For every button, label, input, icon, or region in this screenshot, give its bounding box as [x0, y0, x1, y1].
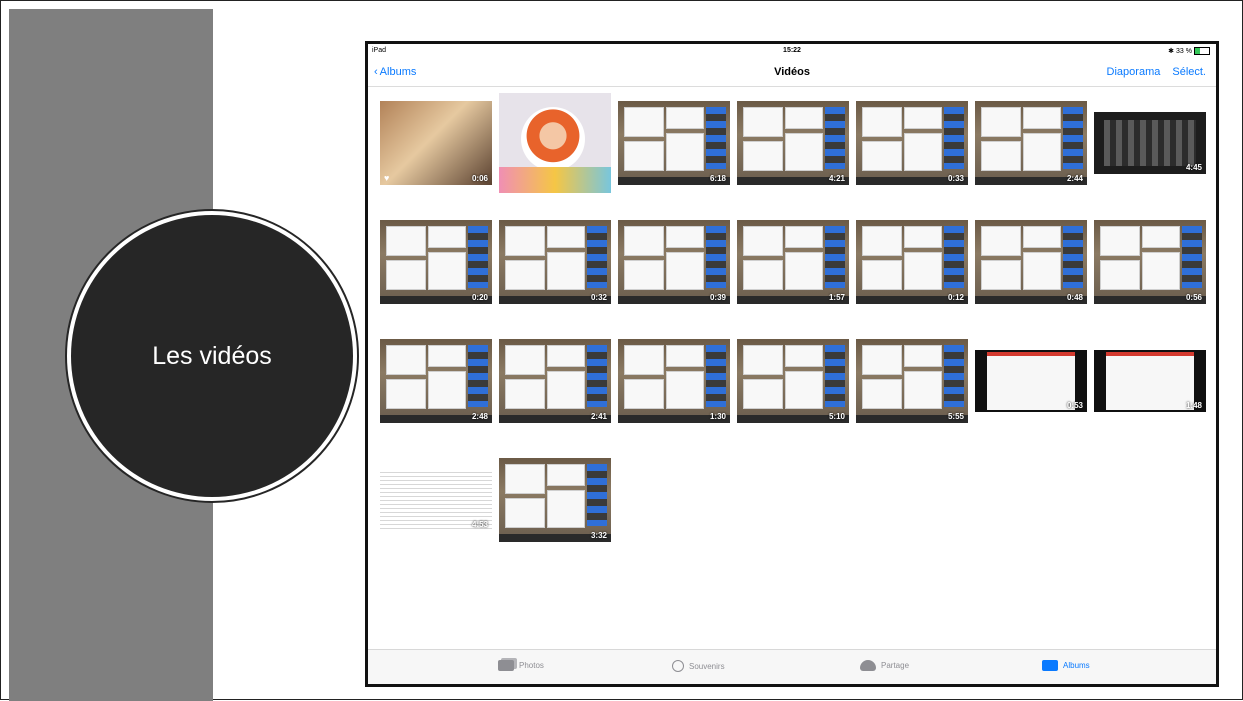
video-duration: 5:10 — [828, 412, 845, 421]
video-duration: 4:53 — [471, 520, 488, 529]
video-preview: 2:44 — [975, 101, 1087, 185]
select-button[interactable]: Sélect. — [1172, 66, 1206, 78]
video-thumbnail[interactable]: 2:41 — [499, 336, 611, 426]
video-thumbnail[interactable]: 1:48 — [1094, 336, 1206, 426]
video-thumbnail[interactable]: ♥ 0:06 — [380, 98, 492, 188]
video-preview: 0:53 — [975, 350, 1087, 412]
video-thumbnail[interactable]: 5:10 — [737, 336, 849, 426]
video-preview: 6:18 — [618, 101, 730, 185]
video-duration: 2:41 — [590, 412, 607, 421]
video-duration: 0:53 — [1066, 401, 1083, 410]
video-duration: 4:45 — [1185, 163, 1202, 172]
tab-photos[interactable]: Photos — [498, 660, 544, 671]
video-thumbnail[interactable]: 3:32 — [499, 455, 611, 545]
video-thumbnail[interactable]: 4:45 — [1094, 98, 1206, 188]
video-thumbnail[interactable]: 0:39 — [618, 217, 730, 307]
bluetooth-icon: ✱ — [1168, 48, 1175, 55]
tab-bar: Photos Souvenirs Partage Albums — [368, 649, 1216, 684]
video-duration: 6:18 — [709, 174, 726, 183]
video-thumbnail[interactable]: 4:53 — [380, 455, 492, 545]
video-thumbnail[interactable]: 1:57 — [737, 217, 849, 307]
video-preview: 0:33 — [856, 101, 968, 185]
video-preview: 5:55 — [856, 339, 968, 423]
video-duration: 0:39 — [709, 293, 726, 302]
tab-shared[interactable]: Partage — [860, 660, 909, 671]
video-thumbnail[interactable]: 2:48 — [380, 336, 492, 426]
video-preview: 0:56 — [1094, 220, 1206, 304]
video-preview: 2:48 — [380, 339, 492, 423]
battery-percent: 33 % — [1176, 47, 1192, 55]
video-preview: 0:20 — [380, 220, 492, 304]
video-preview: 4:45 — [1094, 112, 1206, 174]
video-duration: 0:32 — [590, 293, 607, 302]
video-thumbnail[interactable]: 0:53 — [975, 336, 1087, 426]
tab-memories-label: Souvenirs — [689, 661, 725, 671]
cloud-icon — [860, 660, 876, 671]
battery-icon — [1194, 47, 1210, 55]
video-duration: 2:48 — [471, 412, 488, 421]
video-duration: 0:06 — [471, 174, 488, 183]
video-preview: 0:39 — [618, 220, 730, 304]
video-preview: 0:12 — [856, 220, 968, 304]
tab-shared-label: Partage — [881, 661, 910, 670]
page-title: Vidéos — [774, 66, 810, 78]
clock: 15:22 — [783, 47, 801, 54]
video-preview: 4:21 — [737, 101, 849, 185]
photos-icon — [498, 660, 514, 671]
memories-icon — [672, 660, 684, 672]
video-thumbnail[interactable]: 0:12 — [856, 217, 968, 307]
video-thumbnail[interactable]: 2:44 — [975, 98, 1087, 188]
video-duration: 0:33 — [947, 174, 964, 183]
video-duration: 1:14 — [590, 182, 607, 191]
albums-icon — [1042, 660, 1058, 671]
slideshow-button[interactable]: Diaporama — [1107, 66, 1161, 78]
title-circle: Les vidéos — [71, 215, 353, 497]
tab-albums[interactable]: Albums — [1042, 660, 1090, 671]
ipad-screenshot: iPad 15:22 ✱ 33 % ‹ Albums Vidéos Diapor… — [365, 41, 1219, 687]
tab-albums-label: Albums — [1063, 661, 1090, 670]
video-thumbnail[interactable]: 1:30 — [618, 336, 730, 426]
video-thumbnail[interactable]: 4:21 — [737, 98, 849, 188]
video-thumbnail[interactable]: 0:32 — [499, 217, 611, 307]
video-duration: 1:57 — [828, 293, 845, 302]
video-thumbnail[interactable]: ♥ 1:14 — [499, 93, 611, 193]
video-duration: 4:21 — [828, 174, 845, 183]
favorite-heart-icon: ♥ — [384, 173, 390, 183]
video-thumbnail[interactable]: 0:56 — [1094, 217, 1206, 307]
video-preview: 1:57 — [737, 220, 849, 304]
video-thumbnail[interactable]: 0:20 — [380, 217, 492, 307]
video-preview: ♥ 0:06 — [380, 101, 492, 185]
slide: Les vidéos iPad 15:22 ✱ 33 % ‹ Albums Vi… — [0, 0, 1243, 701]
video-duration: 2:44 — [1066, 174, 1083, 183]
video-thumbnail[interactable]: 0:48 — [975, 217, 1087, 307]
favorite-heart-icon: ♥ — [503, 181, 509, 191]
video-thumbnail[interactable]: 5:55 — [856, 336, 968, 426]
video-duration: 5:55 — [947, 412, 964, 421]
video-duration: 0:48 — [1066, 293, 1083, 302]
video-duration: 1:30 — [709, 412, 726, 421]
video-thumbnail[interactable]: 6:18 — [618, 98, 730, 188]
video-duration: 1:48 — [1185, 401, 1202, 410]
video-duration: 3:32 — [590, 531, 607, 540]
tab-memories[interactable]: Souvenirs — [672, 660, 725, 672]
video-duration: 0:12 — [947, 293, 964, 302]
video-preview: 1:30 — [618, 339, 730, 423]
status-bar: iPad 15:22 ✱ 33 % — [368, 44, 1216, 60]
video-duration: 0:20 — [471, 293, 488, 302]
video-preview: 2:41 — [499, 339, 611, 423]
navigation-bar: ‹ Albums Vidéos Diaporama Sélect. — [368, 60, 1216, 87]
video-preview: ♥ 1:14 — [499, 93, 611, 193]
video-thumbnail[interactable]: 0:33 — [856, 98, 968, 188]
video-preview: 0:48 — [975, 220, 1087, 304]
video-duration: 0:56 — [1185, 293, 1202, 302]
nav-actions: Diaporama Sélect. — [1107, 66, 1206, 78]
video-preview: 4:53 — [380, 469, 492, 531]
tab-photos-label: Photos — [519, 661, 544, 670]
battery-status: ✱ 33 % — [1168, 47, 1210, 55]
video-preview: 5:10 — [737, 339, 849, 423]
video-preview: 1:48 — [1094, 350, 1206, 412]
video-preview: 3:32 — [499, 458, 611, 542]
video-preview: 0:32 — [499, 220, 611, 304]
slide-title: Les vidéos — [152, 341, 272, 370]
